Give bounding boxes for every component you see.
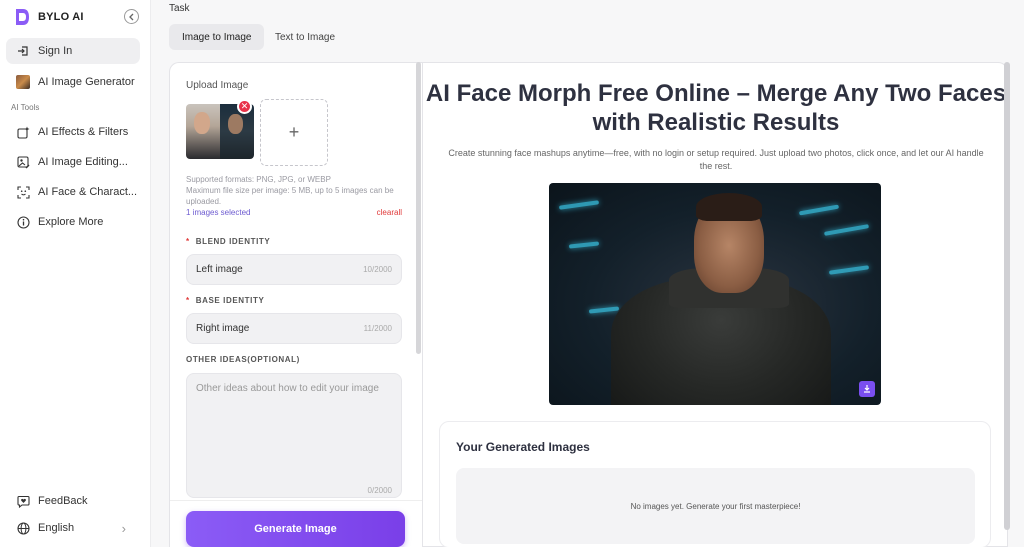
other-ideas-placeholder: Other ideas about how to edit your image [196, 383, 379, 394]
brand-name: BYLO AI [38, 11, 84, 23]
task-label: Task [169, 3, 190, 14]
background-light [568, 241, 600, 249]
background-light [588, 306, 620, 314]
base-identity-value: Right image [196, 323, 250, 334]
page-title: AI Face Morph Free Online – Merge Any Tw… [425, 80, 1007, 136]
sparkle-grid-icon [16, 125, 30, 139]
tab-image-to-image[interactable]: Image to Image [169, 24, 265, 50]
ai-tools-section-label: AI Tools [11, 103, 40, 112]
base-identity-input[interactable]: Right image 11/2000 [186, 313, 402, 344]
generated-images-title: Your Generated Images [456, 440, 590, 454]
blend-identity-input[interactable]: Left image 10/2000 [186, 254, 402, 285]
generated-images-empty-state: No images yet. Generate your first maste… [456, 468, 975, 544]
sidebar-item-label: AI Face & Charact... [38, 186, 138, 198]
sidebar-item-explore-more[interactable]: Explore More [6, 209, 140, 235]
info-circle-icon [16, 215, 30, 229]
sidebar: BYLO AI Sign In AI Image Generator AI To… [0, 0, 151, 547]
sidebar-item-label: AI Effects & Filters [38, 126, 129, 138]
base-char-count: 11/2000 [363, 324, 392, 333]
face-scan-icon [16, 185, 30, 199]
required-mark: * [186, 237, 190, 246]
sidebar-item-ai-image-editing[interactable]: AI Image Editing... [6, 149, 140, 175]
sidebar-item-ai-image-generator[interactable]: AI Image Generator [6, 69, 140, 95]
sign-in-label: Sign In [38, 45, 73, 57]
form-scrollbar[interactable] [416, 62, 421, 354]
sidebar-item-label: AI Image Generator [38, 76, 135, 88]
page-subtitle: Create stunning face mashups anytime—fre… [448, 148, 984, 171]
tab-text-to-image[interactable]: Text to Image [262, 24, 348, 50]
background-light [558, 200, 600, 210]
feedback-heart-icon [16, 494, 30, 508]
file-size-note: Maximum file size per image: 5 MB, up to… [186, 186, 394, 206]
clear-all-link[interactable]: clearall [377, 208, 402, 217]
soldier-hair [696, 193, 762, 221]
remove-image-button[interactable]: ✕ [237, 99, 252, 114]
feedback-label: FeedBack [38, 495, 88, 507]
empty-state-text: No images yet. Generate your first maste… [630, 501, 801, 511]
language-selector[interactable]: English › [6, 515, 140, 541]
download-button[interactable] [859, 381, 875, 397]
blend-identity-label: * BLEND IDENTITY [186, 237, 270, 246]
language-label: English [38, 522, 75, 534]
form-panel: Upload Image ✕ + Supported formats: PNG,… [169, 62, 423, 547]
sidebar-item-label: AI Image Editing... [38, 156, 128, 168]
download-icon [864, 385, 870, 393]
sidebar-item-ai-effects[interactable]: AI Effects & Filters [6, 119, 140, 145]
sign-in-button[interactable]: Sign In [6, 38, 140, 64]
upload-title: Upload Image [186, 80, 249, 91]
image-edit-icon [16, 155, 30, 169]
required-mark: * [186, 296, 190, 305]
base-label-text: BASE IDENTITY [195, 296, 265, 305]
generate-image-button[interactable]: Generate Image [186, 511, 405, 547]
sidebar-item-label: Explore More [38, 216, 104, 228]
close-icon: ✕ [240, 101, 249, 111]
background-light [823, 224, 870, 236]
other-ideas-label: OTHER IDEAS(OPTIONAL) [186, 355, 300, 364]
image-generator-thumbnail-icon [16, 75, 30, 89]
generate-bar: Generate Image [170, 500, 423, 547]
selected-count: 1 images selected [186, 208, 251, 217]
uploaded-face-left [186, 104, 220, 159]
supported-formats-note: Supported formats: PNG, JPG, or WEBP [186, 175, 331, 184]
blend-char-count: 10/2000 [363, 265, 392, 274]
bylo-logo-icon [16, 9, 29, 25]
add-image-button[interactable]: + [260, 99, 328, 166]
plus-icon: + [288, 122, 300, 142]
chevron-right-icon: › [121, 520, 126, 536]
background-light [798, 204, 840, 216]
background-light [828, 265, 870, 275]
collapse-sidebar-button[interactable] [124, 9, 139, 24]
other-ideas-char-count: 0/2000 [367, 486, 392, 495]
globe-icon [16, 521, 30, 535]
other-ideas-textarea[interactable]: Other ideas about how to edit your image… [186, 373, 402, 498]
feedback-button[interactable]: FeedBack [6, 488, 140, 514]
base-identity-label: * BASE IDENTITY [186, 296, 264, 305]
sign-in-icon [16, 44, 30, 58]
main-content: AI Face Morph Free Online – Merge Any Tw… [422, 62, 1008, 547]
blend-label-text: BLEND IDENTITY [195, 237, 271, 246]
blend-identity-value: Left image [196, 264, 243, 275]
example-result-image [549, 183, 881, 405]
sidebar-item-ai-face-character[interactable]: AI Face & Charact... [6, 179, 140, 205]
main-scrollbar[interactable] [1004, 62, 1010, 530]
chevron-left-icon [128, 13, 133, 20]
brand[interactable]: BYLO AI [14, 8, 84, 26]
generated-images-card: Your Generated Images No images yet. Gen… [439, 421, 991, 547]
